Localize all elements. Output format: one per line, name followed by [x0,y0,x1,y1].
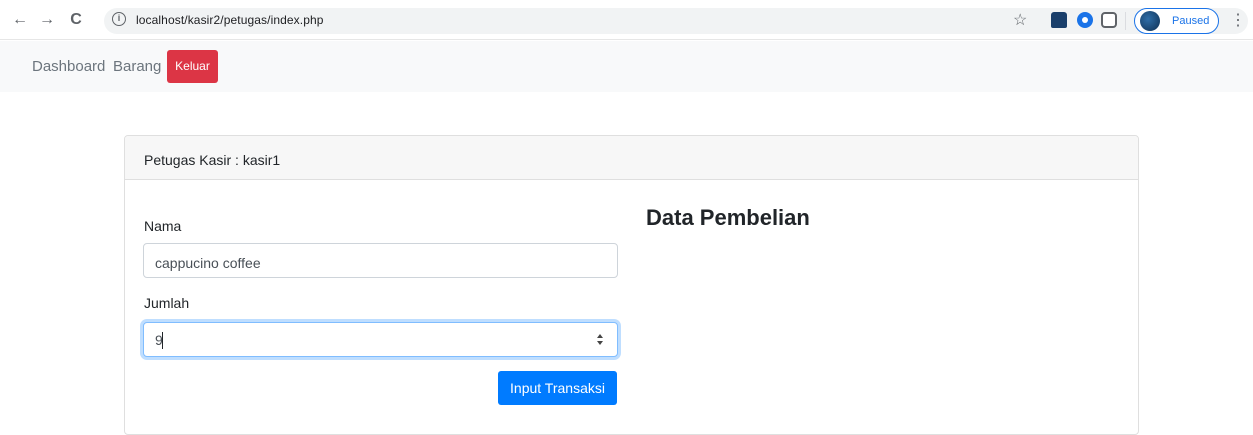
url-text[interactable]: localhost/kasir2/petugas/index.php [136,13,324,27]
nav-link-dashboard[interactable]: Dashboard [32,58,105,75]
browser-menu-icon[interactable]: ⋮ [1230,10,1246,30]
name-input-value[interactable]: cappucino coffee [155,255,261,271]
purchase-data-title: Data Pembelian [646,205,810,230]
profile-status-label: Paused [1172,15,1210,27]
logout-button[interactable]: Keluar [167,50,218,83]
avatar[interactable] [1140,11,1160,31]
submit-transaction-button[interactable]: Input Transaksi [498,371,617,405]
card-header-title: Petugas Kasir : kasir1 [144,152,281,168]
toolbar-divider [1125,12,1126,30]
transaction-card [124,135,1139,435]
reload-icon[interactable]: C [66,10,86,30]
extension-briefcase-icon[interactable] [1051,12,1067,28]
extension-search-icon[interactable] [1077,12,1093,28]
site-info-icon[interactable]: i [112,12,126,26]
quantity-label: Jumlah [144,295,190,311]
extension-window-icon[interactable] [1101,12,1117,28]
text-cursor [162,332,163,349]
quantity-input[interactable] [143,322,618,357]
bookmark-star-icon[interactable]: ☆ [1013,10,1027,30]
nav-link-barang[interactable]: Barang [113,58,161,75]
quantity-spinner-icon[interactable] [595,332,605,348]
forward-arrow-icon[interactable]: → [37,10,57,30]
name-label: Nama [144,218,182,234]
back-arrow-icon[interactable]: ← [10,10,30,30]
